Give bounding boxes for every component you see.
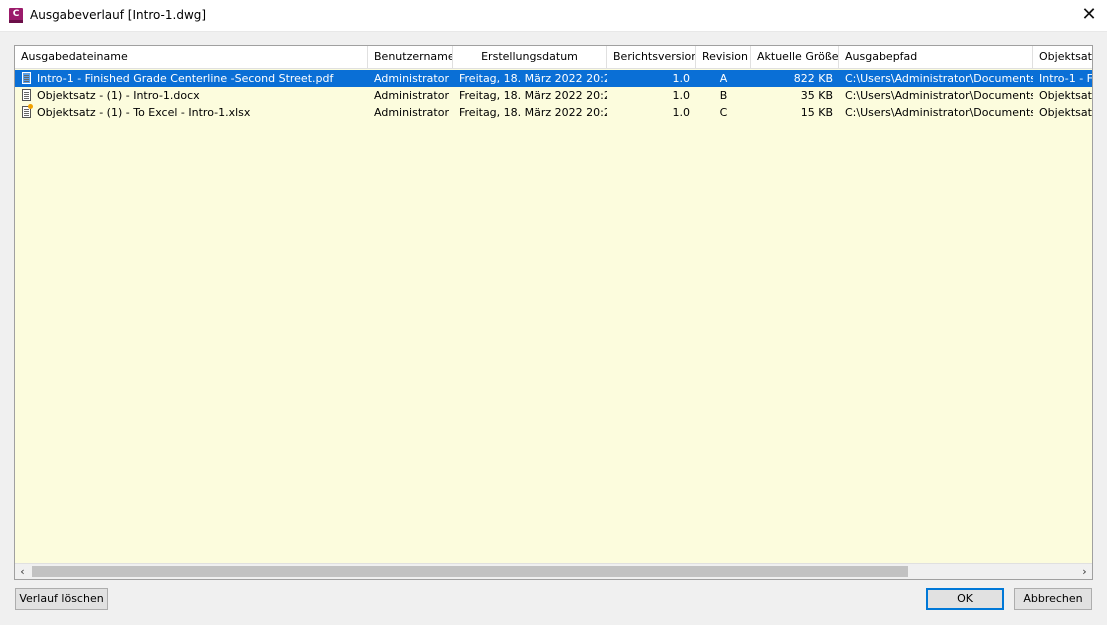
cell-creation-date: Freitag, 18. März 2022 20:26	[459, 89, 607, 102]
title-bar: C Ausgabeverlauf [Intro-1.dwg] ✕	[0, 0, 1107, 32]
cell-current-size: 35 KB	[800, 89, 833, 102]
column-header-output-path[interactable]: Ausgabepfad	[839, 46, 1033, 68]
ok-button[interactable]: OK	[926, 588, 1004, 610]
cell-report-version: 1.0	[672, 72, 691, 85]
scrollbar-thumb[interactable]	[32, 566, 908, 577]
scroll-right-icon[interactable]: ›	[1077, 564, 1092, 579]
column-header-object-set[interactable]: Objektsatz	[1033, 46, 1092, 68]
cancel-button[interactable]: Abbrechen	[1014, 588, 1092, 610]
cell-report-version: 1.0	[672, 106, 691, 119]
cell-object-set: Objektsatz	[1039, 106, 1093, 119]
cell-filename: Intro-1 - Finished Grade Centerline -Sec…	[37, 72, 334, 85]
table-row[interactable]: Objektsatz - (1) - To Excel - Intro-1.xl…	[15, 104, 1093, 121]
column-header-revision[interactable]: Revision	[696, 46, 751, 68]
cell-revision: A	[719, 72, 728, 85]
scroll-left-icon[interactable]: ‹	[15, 564, 30, 579]
column-header-username[interactable]: Benutzername	[368, 46, 453, 68]
cell-output-path: C:\Users\Administrator\Documents\	[845, 89, 1033, 102]
cell-revision: C	[719, 106, 728, 119]
cell-current-size: 822 KB	[793, 72, 833, 85]
cell-report-version: 1.0	[672, 89, 691, 102]
cell-username: Administrator	[374, 106, 449, 119]
civil3d-app-icon: C	[9, 8, 23, 23]
document-icon	[22, 89, 31, 101]
document-icon	[22, 72, 31, 84]
cell-output-path: C:\Users\Administrator\Documents\	[845, 72, 1033, 85]
cell-creation-date: Freitag, 18. März 2022 20:26	[459, 106, 607, 119]
cell-object-set: Intro-1 - Fi	[1039, 72, 1093, 85]
column-header-current-size[interactable]: Aktuelle Größe	[751, 46, 839, 68]
close-button[interactable]: ✕	[1079, 4, 1099, 26]
cell-username: Administrator	[374, 89, 449, 102]
column-header-creation-date[interactable]: Erstellungsdatum	[453, 46, 607, 68]
horizontal-scrollbar[interactable]: ‹ ›	[15, 563, 1092, 579]
column-header-filename[interactable]: Ausgabedateiname	[15, 46, 368, 68]
spreadsheet-icon	[22, 104, 33, 118]
cell-username: Administrator	[374, 72, 449, 85]
column-header-row: Ausgabedateiname Benutzername Erstellung…	[15, 46, 1092, 69]
clear-history-button[interactable]: Verlauf löschen	[15, 588, 108, 610]
cell-creation-date: Freitag, 18. März 2022 20:25	[459, 72, 607, 85]
cell-object-set: Objektsatz	[1039, 89, 1093, 102]
table-row[interactable]: Intro-1 - Finished Grade Centerline -Sec…	[15, 70, 1093, 87]
window-title: Ausgabeverlauf [Intro-1.dwg]	[30, 8, 207, 22]
cell-output-path: C:\Users\Administrator\Documents\	[845, 106, 1033, 119]
cell-revision: B	[719, 89, 728, 102]
output-history-list[interactable]: Ausgabedateiname Benutzername Erstellung…	[14, 45, 1093, 580]
column-header-report-version[interactable]: Berichtsversion	[607, 46, 696, 68]
cell-current-size: 15 KB	[800, 106, 833, 119]
cell-filename: Objektsatz - (1) - Intro-1.docx	[37, 89, 200, 102]
cell-filename: Objektsatz - (1) - To Excel - Intro-1.xl…	[37, 106, 251, 119]
table-row[interactable]: Objektsatz - (1) - Intro-1.docx Administ…	[15, 87, 1093, 104]
